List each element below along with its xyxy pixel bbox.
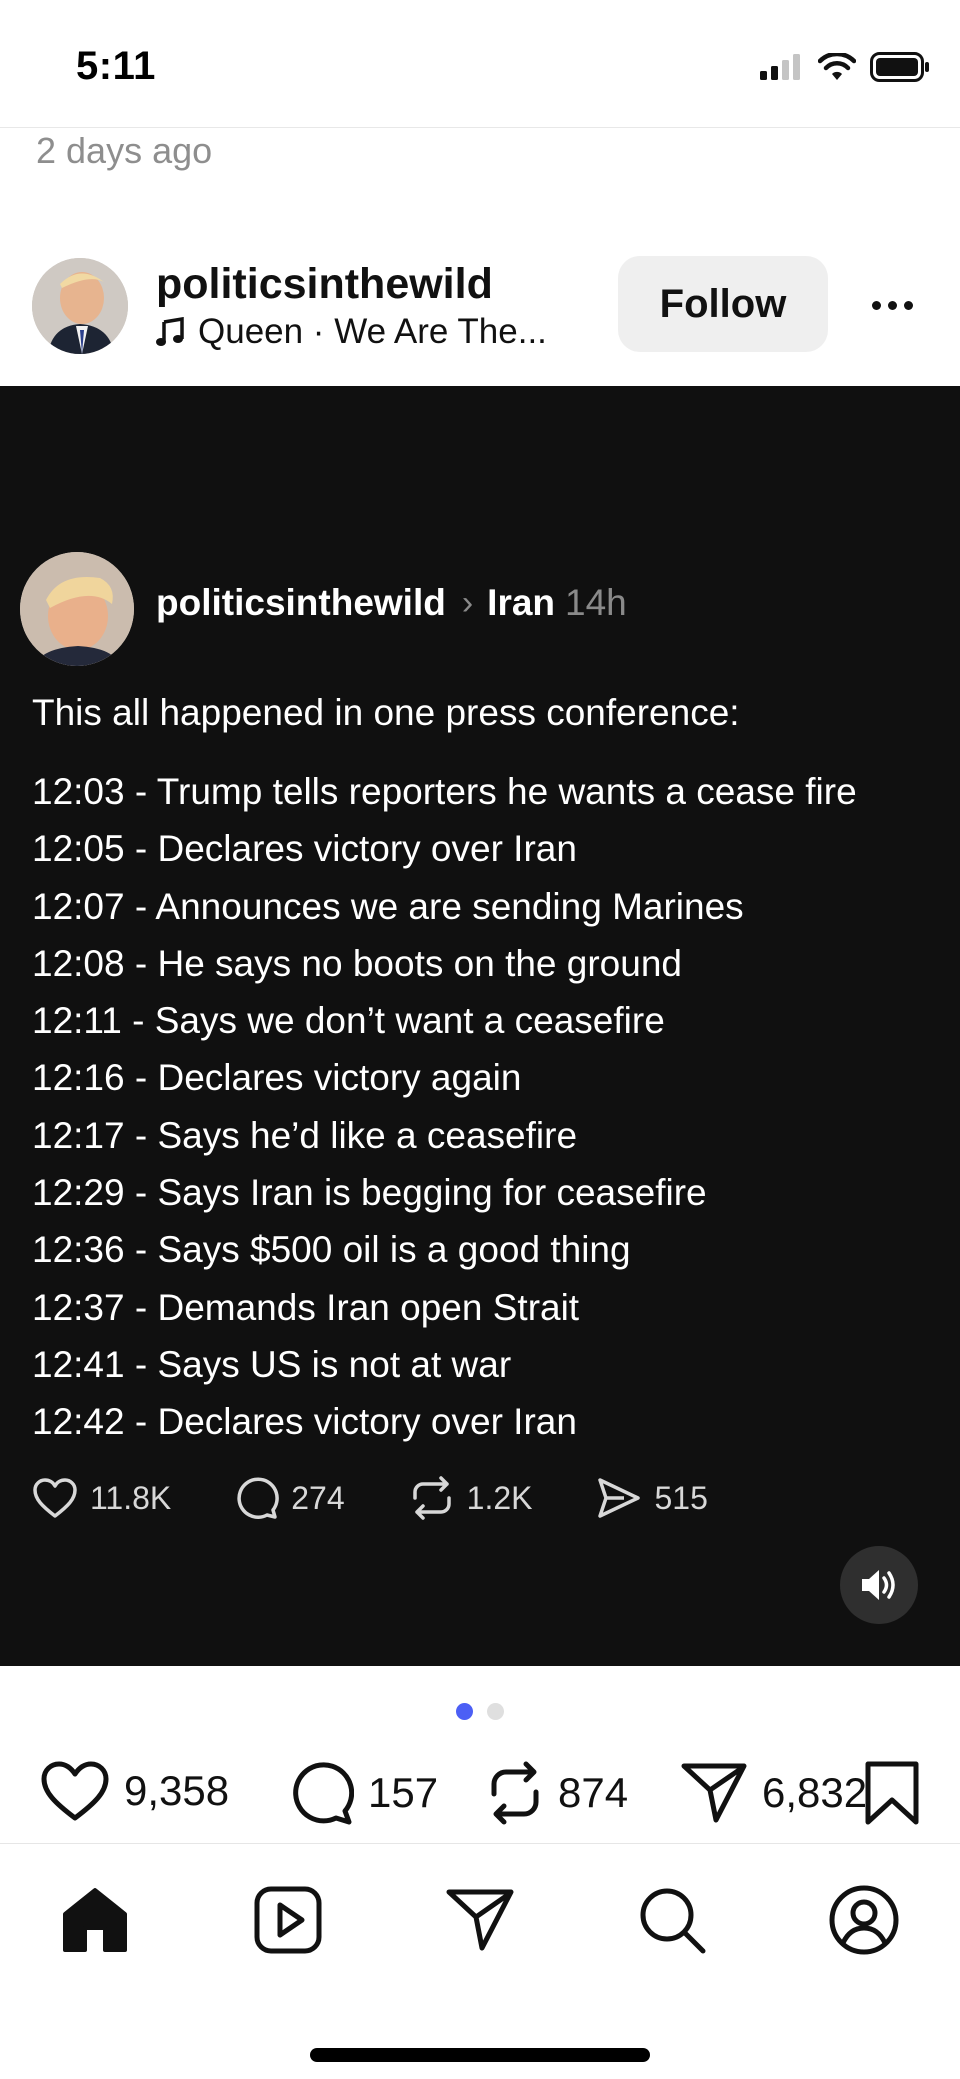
timeline-line: 12:05 - Declares victory over Iran [32, 828, 577, 870]
status-time: 5:11 [76, 44, 156, 88]
timeline-line: 12:42 - Declares victory over Iran [32, 1401, 577, 1443]
share-count: 6,832 [762, 1769, 868, 1816]
embedded-username: politicsinthewild [156, 582, 446, 623]
embedded-intro-text: This all happened in one press conferenc… [32, 692, 740, 733]
carousel-dot [487, 1703, 504, 1720]
carousel-indicator [456, 1703, 504, 1720]
heart-outline-icon [33, 1478, 77, 1518]
repost-count: 874 [558, 1769, 629, 1816]
embedded-reply-stat: 274 [235, 1476, 345, 1520]
comment-bubble-icon [237, 1477, 280, 1519]
profile-icon [829, 1885, 899, 1955]
timeline-line: 12:41 - Says US is not at war [32, 1343, 512, 1385]
search-icon [640, 1888, 706, 1954]
status-icons [760, 52, 930, 82]
home-indicator [310, 2048, 650, 2062]
embedded-share-count: 515 [654, 1479, 708, 1516]
post-actions: 9,358 157 874 6,832 [40, 1760, 920, 1830]
wifi-icon [818, 53, 856, 80]
bottom-navigation [0, 1844, 960, 2079]
timeline-line: 12:36 - Says $500 oil is a good thing [32, 1229, 631, 1271]
comment-button[interactable]: 157 [288, 1760, 438, 1826]
nav-direct[interactable] [440, 1880, 520, 1960]
speaker-icon [862, 1570, 895, 1600]
embedded-topic: Iran [487, 582, 556, 623]
post-media[interactable]: politicsinthewild › Iran 14h This all ha… [0, 386, 960, 1666]
mute-toggle-button[interactable] [840, 1546, 918, 1624]
nav-home[interactable] [55, 1880, 135, 1960]
save-button[interactable] [864, 1760, 920, 1831]
repost-button[interactable]: 874 [486, 1760, 628, 1826]
author-avatar[interactable] [32, 258, 128, 354]
timeline-line: 12:37 - Demands Iran open Strait [32, 1286, 580, 1328]
embedded-reply-count: 274 [291, 1479, 345, 1516]
status-bar: 5:11 [0, 0, 960, 128]
timeline-list: 12:03 - Trump tells reporters he wants a… [32, 770, 857, 1458]
heart-icon [41, 1761, 109, 1821]
post-header: politicsinthewild Queen · We Are The... … [0, 250, 960, 386]
embedded-stats: 11.8K 274 1.2K 515 [32, 1476, 772, 1520]
comment-count: 157 [368, 1769, 439, 1816]
carousel-dot-active [456, 1703, 473, 1720]
embedded-post-header: politicsinthewild › Iran 14h [156, 582, 627, 624]
repost-icon [491, 1761, 539, 1825]
home-icon [63, 1888, 127, 1952]
embedded-repost-count: 1.2K [466, 1479, 533, 1516]
like-button[interactable]: 9,358 [40, 1760, 229, 1822]
repost-icon [412, 1476, 451, 1520]
timeline-line: 12:07 - Announces we are sending Marines [32, 885, 744, 927]
nav-profile[interactable] [824, 1880, 904, 1960]
follow-button[interactable]: Follow [618, 256, 828, 352]
post-timestamp: 2 days ago [36, 130, 213, 171]
timeline-line: 12:03 - Trump tells reporters he wants a… [32, 771, 857, 812]
more-dot [871, 300, 881, 310]
timeline-line: 12:29 - Says Iran is begging for ceasefi… [32, 1172, 707, 1214]
timeline-line: 12:08 - He says no boots on the ground [32, 942, 682, 984]
more-options-button[interactable] [862, 280, 922, 330]
direct-icon [446, 1889, 514, 1951]
timeline-line: 12:16 - Declares victory again [32, 1057, 522, 1099]
nav-search[interactable] [632, 1880, 712, 1960]
more-dot [887, 300, 897, 310]
chevron-right-icon: › [461, 583, 474, 622]
send-icon [598, 1478, 641, 1518]
author-username[interactable]: politicsinthewild [156, 260, 493, 309]
reels-icon [254, 1886, 322, 1954]
music-note-icon [156, 317, 184, 346]
embedded-avatar-image [20, 552, 134, 666]
audio-track[interactable]: Queen · We Are The... [156, 312, 547, 352]
embedded-time: 14h [565, 582, 627, 623]
embedded-like-count: 11.8K [90, 1479, 172, 1516]
nav-reels[interactable] [248, 1880, 328, 1960]
comment-icon [293, 1762, 354, 1825]
embedded-author-avatar [20, 552, 134, 666]
like-count: 9,358 [124, 1767, 230, 1814]
more-dot [903, 300, 913, 310]
send-icon [681, 1763, 747, 1823]
timeline-line: 12:11 - Says we don’t want a ceasefire [32, 1000, 665, 1042]
embedded-like-stat: 11.8K [32, 1477, 171, 1519]
bookmark-icon [865, 1761, 919, 1825]
author-avatar-image [32, 258, 128, 354]
cellular-signal-icon [760, 54, 800, 80]
embedded-share-stat: 515 [596, 1476, 708, 1520]
embedded-repost-stat: 1.2K [409, 1476, 533, 1520]
battery-icon [870, 52, 929, 82]
timeline-line: 12:17 - Says he’d like a ceasefire [32, 1114, 578, 1156]
audio-track-label: Queen · We Are The... [198, 312, 547, 351]
share-button[interactable]: 6,832 [680, 1760, 867, 1826]
